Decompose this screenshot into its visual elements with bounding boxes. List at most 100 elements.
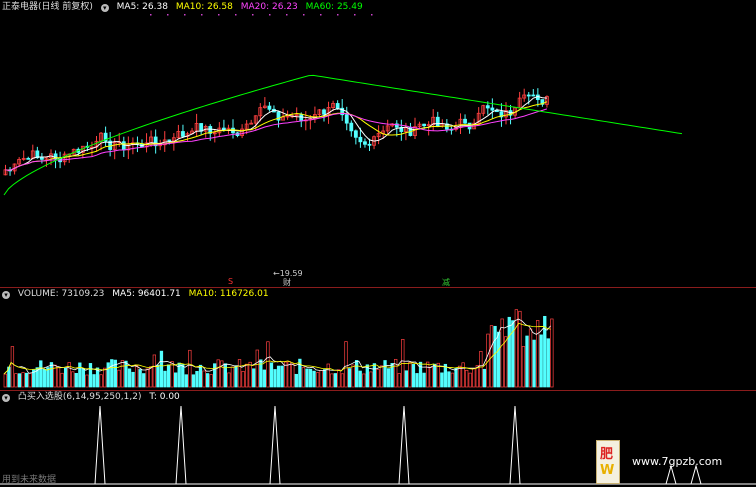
volume-bar[interactable] <box>103 367 107 388</box>
volume-bar[interactable] <box>493 325 497 388</box>
volume-bar[interactable] <box>117 369 121 388</box>
volume-bar[interactable] <box>124 360 128 388</box>
volume-bar[interactable] <box>209 374 213 388</box>
volume-bar[interactable] <box>216 359 220 388</box>
volume-bar[interactable] <box>255 349 259 388</box>
volume-bar[interactable] <box>433 363 437 388</box>
volume-bar[interactable] <box>528 328 533 388</box>
volume-bar[interactable] <box>110 359 114 388</box>
volume-bar[interactable] <box>376 368 380 388</box>
signal-spike[interactable] <box>665 464 677 485</box>
volume-bar[interactable] <box>355 360 359 388</box>
candle[interactable] <box>435 116 440 127</box>
volume-bar[interactable] <box>227 372 231 388</box>
volume-bar[interactable] <box>539 334 543 388</box>
volume-bar[interactable] <box>241 370 245 388</box>
volume-bar[interactable] <box>461 362 465 388</box>
volume-bar[interactable] <box>457 365 462 388</box>
volume-bar[interactable] <box>17 373 22 388</box>
volume-bar[interactable] <box>518 310 522 388</box>
volume-bar[interactable] <box>28 373 32 388</box>
volume-bar[interactable] <box>78 362 82 388</box>
indicator-panel[interactable]: ▾ 凸买入选股(6,14,95,250,1,2) T: 0.00 <box>0 390 756 487</box>
candle[interactable] <box>485 105 490 109</box>
volume-bar[interactable] <box>280 365 284 388</box>
volume-bar[interactable] <box>213 363 217 388</box>
volume-bar[interactable] <box>134 365 139 388</box>
volume-bar[interactable] <box>362 373 366 388</box>
volume-bar[interactable] <box>163 370 167 388</box>
volume-bar[interactable] <box>358 370 362 388</box>
event-badge-s[interactable]: S <box>228 277 233 286</box>
candle[interactable] <box>199 123 204 132</box>
volume-bar[interactable] <box>305 368 309 388</box>
volume-bar[interactable] <box>88 363 93 388</box>
volume-bar[interactable] <box>74 372 78 388</box>
volume-bar[interactable] <box>237 359 242 388</box>
volume-bar[interactable] <box>152 354 157 388</box>
volume-bar[interactable] <box>482 368 487 388</box>
volume-bar[interactable] <box>269 362 274 388</box>
volume-bar[interactable] <box>273 369 277 388</box>
volume-bar[interactable] <box>425 361 430 388</box>
volume-bar[interactable] <box>127 368 132 388</box>
volume-bar[interactable] <box>174 372 178 388</box>
volume-bar[interactable] <box>294 373 298 388</box>
volume-bar[interactable] <box>333 373 338 388</box>
volume-bar[interactable] <box>386 368 391 388</box>
volume-panel[interactable]: ▾ VOLUME: 73109.23 MA5: 96401.71 MA10: 1… <box>0 287 756 390</box>
volume-bar[interactable] <box>450 372 455 388</box>
volume-bar[interactable] <box>181 364 185 388</box>
volume-bar[interactable] <box>202 370 206 388</box>
indicator-chart[interactable] <box>0 390 756 487</box>
volume-bar[interactable] <box>60 372 64 388</box>
volume-bar[interactable] <box>521 346 526 388</box>
volume-bar[interactable] <box>24 372 29 388</box>
volume-bar[interactable] <box>223 363 227 388</box>
volume-bar[interactable] <box>85 374 89 388</box>
candle[interactable] <box>322 109 326 115</box>
volume-bar[interactable] <box>383 360 387 388</box>
candle[interactable] <box>358 136 363 143</box>
volume-bar[interactable] <box>308 368 313 388</box>
volume-bar[interactable] <box>500 318 504 388</box>
volume-bar[interactable] <box>3 373 7 388</box>
candle[interactable] <box>353 130 358 138</box>
volume-bar[interactable] <box>92 374 96 388</box>
volume-bar[interactable] <box>276 365 281 388</box>
volume-bar[interactable] <box>344 341 348 388</box>
volume-bar[interactable] <box>532 339 536 388</box>
volume-bar[interactable] <box>14 373 18 388</box>
signal-spike[interactable] <box>398 405 410 485</box>
volume-bar[interactable] <box>205 373 210 388</box>
volume-bar[interactable] <box>244 363 249 388</box>
volume-bar[interactable] <box>248 361 252 388</box>
candle[interactable] <box>40 157 44 160</box>
volume-bar[interactable] <box>56 367 61 388</box>
volume-bar[interactable] <box>347 368 352 388</box>
candle[interactable] <box>26 157 31 160</box>
volume-bar[interactable] <box>39 360 43 388</box>
volume-bar[interactable] <box>323 369 327 388</box>
volume-bar[interactable] <box>550 318 554 388</box>
volume-bar[interactable] <box>415 373 419 388</box>
volume-bar[interactable] <box>418 361 423 388</box>
signal-spike[interactable] <box>269 405 281 485</box>
volume-bar[interactable] <box>440 372 444 388</box>
volume-bar[interactable] <box>525 335 529 388</box>
volume-bar[interactable] <box>71 371 75 388</box>
volume-bar[interactable] <box>468 372 472 388</box>
candle[interactable] <box>299 114 304 122</box>
volume-bar[interactable] <box>454 367 458 388</box>
volume-bar[interactable] <box>287 361 291 388</box>
volume-bar[interactable] <box>326 363 330 388</box>
volume-bar[interactable] <box>156 364 160 388</box>
volume-bar[interactable] <box>546 338 550 388</box>
price-panel[interactable]: 正泰电器(日线 前复权) ▾ MA5: 26.38 MA10: 26.58 MA… <box>0 0 756 287</box>
volume-bar[interactable] <box>330 373 334 388</box>
volume-bar[interactable] <box>188 349 192 388</box>
volume-bar[interactable] <box>479 351 483 388</box>
volume-bar[interactable] <box>81 368 86 388</box>
volume-bar[interactable] <box>429 367 433 388</box>
signal-spike[interactable] <box>509 405 521 485</box>
